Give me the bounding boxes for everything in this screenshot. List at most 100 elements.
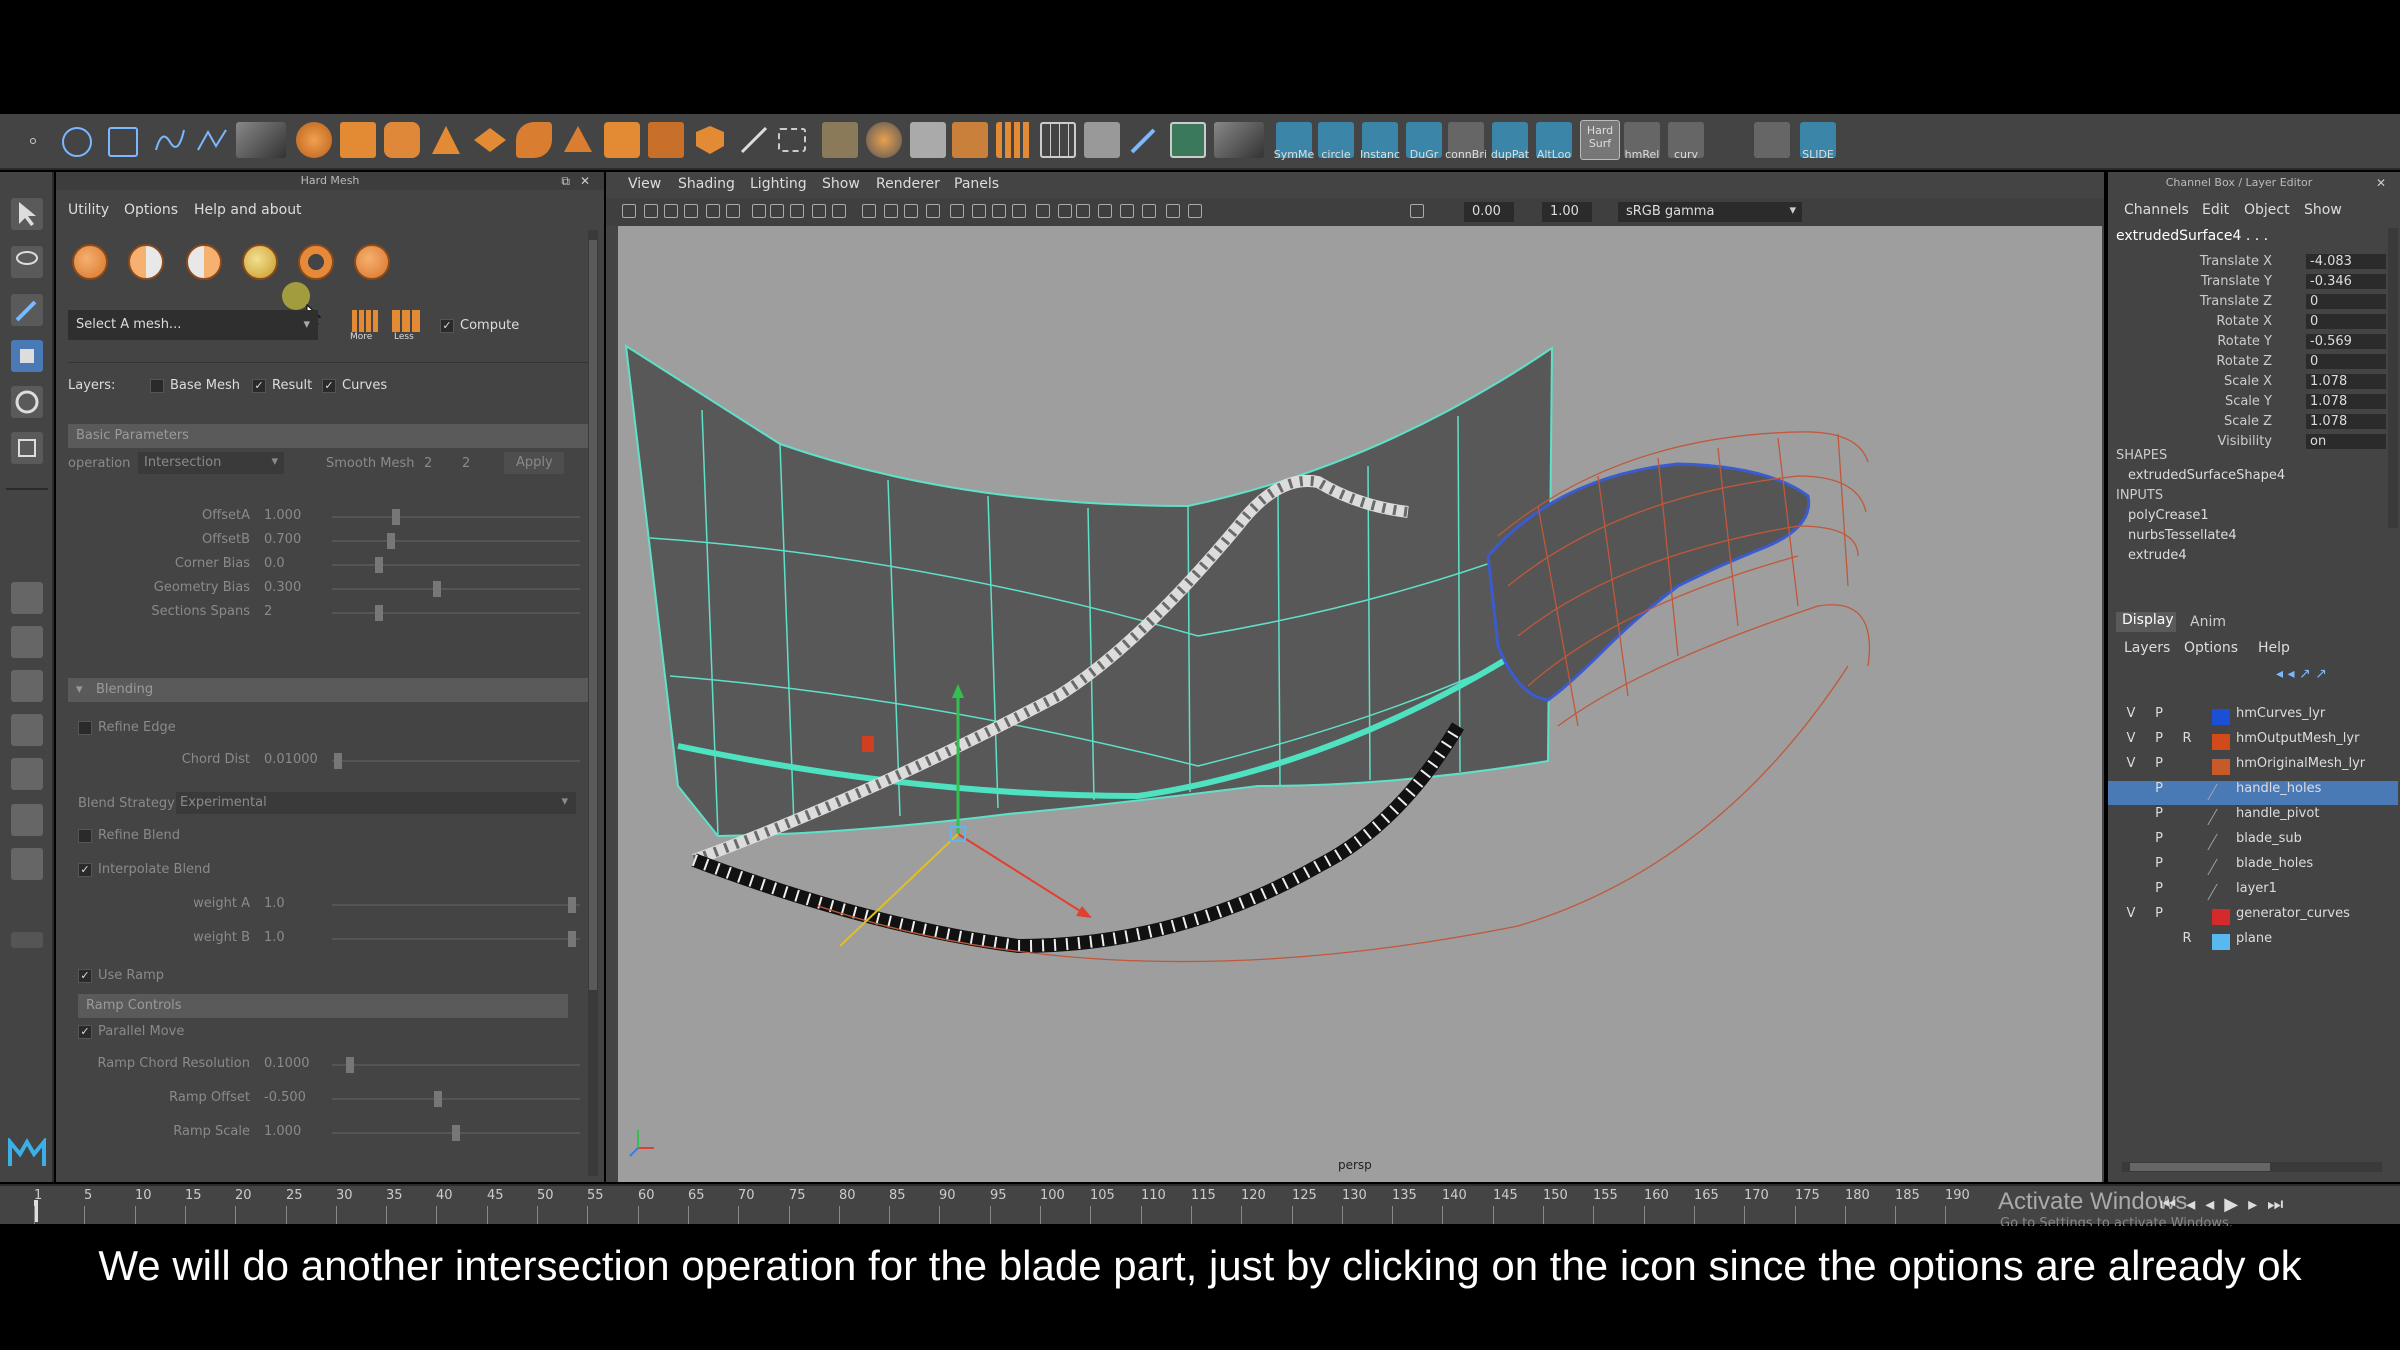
slice-icon[interactable] <box>298 244 334 280</box>
slider-knob[interactable] <box>375 605 383 621</box>
separate-icon[interactable] <box>910 122 946 158</box>
layer-row[interactable]: V P RhmOutputMesh_lyr <box>2108 731 2398 755</box>
layer-menu-options[interactable]: Options <box>2184 640 2238 656</box>
bevel-icon[interactable] <box>692 122 728 158</box>
exposure-field[interactable]: 0.00 <box>1464 202 1514 222</box>
result-checkbox[interactable]: ✓ Result <box>252 378 312 393</box>
ramp-chord-field[interactable]: 0.1000 <box>264 1056 310 1071</box>
layer-reference[interactable] <box>2178 706 2196 726</box>
slider-knob[interactable] <box>375 557 383 573</box>
cv-curve-icon[interactable] <box>152 122 188 158</box>
intersection-icon[interactable] <box>242 244 278 280</box>
layer-row[interactable]: V Pgenerator_curves <box>2108 906 2398 930</box>
scrollbar-thumb[interactable] <box>2130 1163 2270 1171</box>
layer-reference[interactable]: R <box>2178 931 2196 951</box>
rotate-tool-icon[interactable] <box>11 386 43 418</box>
slider-knob[interactable] <box>387 533 395 549</box>
layer-row[interactable]: Player1 <box>2108 881 2398 905</box>
bookmark-icon[interactable] <box>664 204 678 218</box>
layer-reference[interactable] <box>2178 856 2196 876</box>
layer-visibility[interactable] <box>2122 856 2140 876</box>
param-field[interactable]: 0.700 <box>264 532 301 547</box>
shape-name[interactable]: extrudedSurfaceShape4 <box>2128 468 2285 483</box>
four-view-layout-icon[interactable] <box>11 626 43 658</box>
grease-pencil-icon[interactable] <box>726 204 740 218</box>
layer-color-swatch[interactable] <box>2207 884 2235 900</box>
layer-reference[interactable] <box>2178 806 2196 826</box>
paint-select-tool-icon[interactable] <box>11 294 43 326</box>
layer-color-swatch[interactable] <box>2207 809 2235 825</box>
panel-scrollbar[interactable] <box>588 230 598 1176</box>
channel-value[interactable]: 1.078 <box>2306 394 2386 409</box>
layer-visibility[interactable]: V <box>2122 756 2140 776</box>
slider-knob[interactable] <box>434 1091 442 1107</box>
menu-utility[interactable]: Utility <box>68 202 109 218</box>
layer-menu-help[interactable]: Help <box>2258 640 2290 656</box>
grid-icon[interactable] <box>752 204 766 218</box>
channel-row[interactable]: Translate Z 0 <box>2108 294 2398 314</box>
isolate-select-icon[interactable] <box>1098 204 1112 218</box>
less-icon[interactable] <box>392 310 420 332</box>
2d-pan-icon[interactable] <box>706 204 720 218</box>
tab-display[interactable]: Display <box>2116 612 2176 632</box>
channel-value[interactable]: 0 <box>2306 354 2386 369</box>
lights-icon[interactable] <box>992 204 1006 218</box>
extrude-icon[interactable] <box>648 122 684 158</box>
layout-more-icon[interactable] <box>11 932 43 948</box>
channel-row[interactable]: Scale X 1.078 <box>2108 374 2398 394</box>
scrollbar-thumb[interactable] <box>589 240 597 990</box>
select-camera-icon[interactable] <box>622 204 636 218</box>
slider-knob[interactable] <box>452 1125 460 1141</box>
bridge-icon[interactable] <box>822 122 858 158</box>
slider-knob[interactable] <box>392 509 400 525</box>
ambient-occlusion-icon[interactable] <box>1036 204 1050 218</box>
select-mesh-dropdown[interactable]: Select A mesh... ▾ <box>68 310 318 340</box>
weight-a-slider[interactable] <box>332 897 580 913</box>
base-mesh-checkbox[interactable]: Base Mesh <box>150 378 240 393</box>
scale-tool-icon[interactable] <box>11 432 43 464</box>
param-slider[interactable] <box>332 509 580 525</box>
apply-button[interactable]: Apply <box>504 452 564 474</box>
field-chart-icon[interactable] <box>832 204 846 218</box>
poly-plane-icon[interactable] <box>472 122 508 158</box>
single-perspective-layout-icon[interactable] <box>11 582 43 614</box>
slider-knob[interactable] <box>568 897 576 913</box>
slider-knob[interactable] <box>433 581 441 597</box>
sculpt-icon[interactable] <box>1084 122 1120 158</box>
shelf-separator-2-icon[interactable] <box>1214 122 1264 158</box>
chord-dist-field[interactable]: 0.01000 <box>264 752 318 767</box>
parallel-move-checkbox[interactable]: ✓ Parallel Move <box>78 1024 184 1039</box>
nurbs-square-icon[interactable] <box>108 127 138 157</box>
channel-value[interactable]: 0 <box>2306 314 2386 329</box>
shelf-options-icon[interactable] <box>30 138 36 144</box>
input-node[interactable]: extrude4 <box>2128 548 2187 563</box>
union-icon[interactable] <box>72 244 108 280</box>
lasso-tool-icon[interactable] <box>11 246 43 278</box>
manipulator-x-axis[interactable] <box>957 833 1089 917</box>
cb-menu-edit[interactable]: Edit <box>2202 202 2229 218</box>
param-field[interactable]: 0.300 <box>264 580 301 595</box>
param-slider[interactable] <box>332 533 580 549</box>
interpolate-blend-checkbox[interactable]: ✓ Interpolate Blend <box>78 862 211 877</box>
channel-row[interactable]: Translate Y -0.346 <box>2108 274 2398 294</box>
image-plane-icon[interactable] <box>684 204 698 218</box>
layer-playback[interactable]: P <box>2150 906 2168 926</box>
scene-render[interactable] <box>618 226 2102 1182</box>
layer-visibility[interactable] <box>2122 806 2140 826</box>
multicut-icon[interactable] <box>736 122 772 158</box>
tab-anim[interactable]: Anim <box>2190 614 2226 630</box>
chord-dist-slider[interactable] <box>332 753 580 769</box>
layer-color-swatch[interactable] <box>2212 934 2230 950</box>
layer-hscrollbar[interactable] <box>2122 1162 2382 1172</box>
manipulator-handle-red[interactable] <box>862 736 874 752</box>
poly-cone-icon[interactable] <box>428 122 464 158</box>
ramp-scale-slider[interactable] <box>332 1125 580 1141</box>
use-ramp-checkbox[interactable]: ✓ Use Ramp <box>78 968 164 983</box>
layer-color-swatch[interactable] <box>2212 909 2230 925</box>
split-icon[interactable] <box>354 244 390 280</box>
input-node[interactable]: polyCrease1 <box>2128 508 2209 523</box>
vp-menu-panels[interactable]: Panels <box>954 176 999 192</box>
refine-blend-checkbox[interactable]: Refine Blend <box>78 828 180 843</box>
channel-row[interactable]: Translate X -4.083 <box>2108 254 2398 274</box>
ramp-chord-slider[interactable] <box>332 1057 580 1073</box>
